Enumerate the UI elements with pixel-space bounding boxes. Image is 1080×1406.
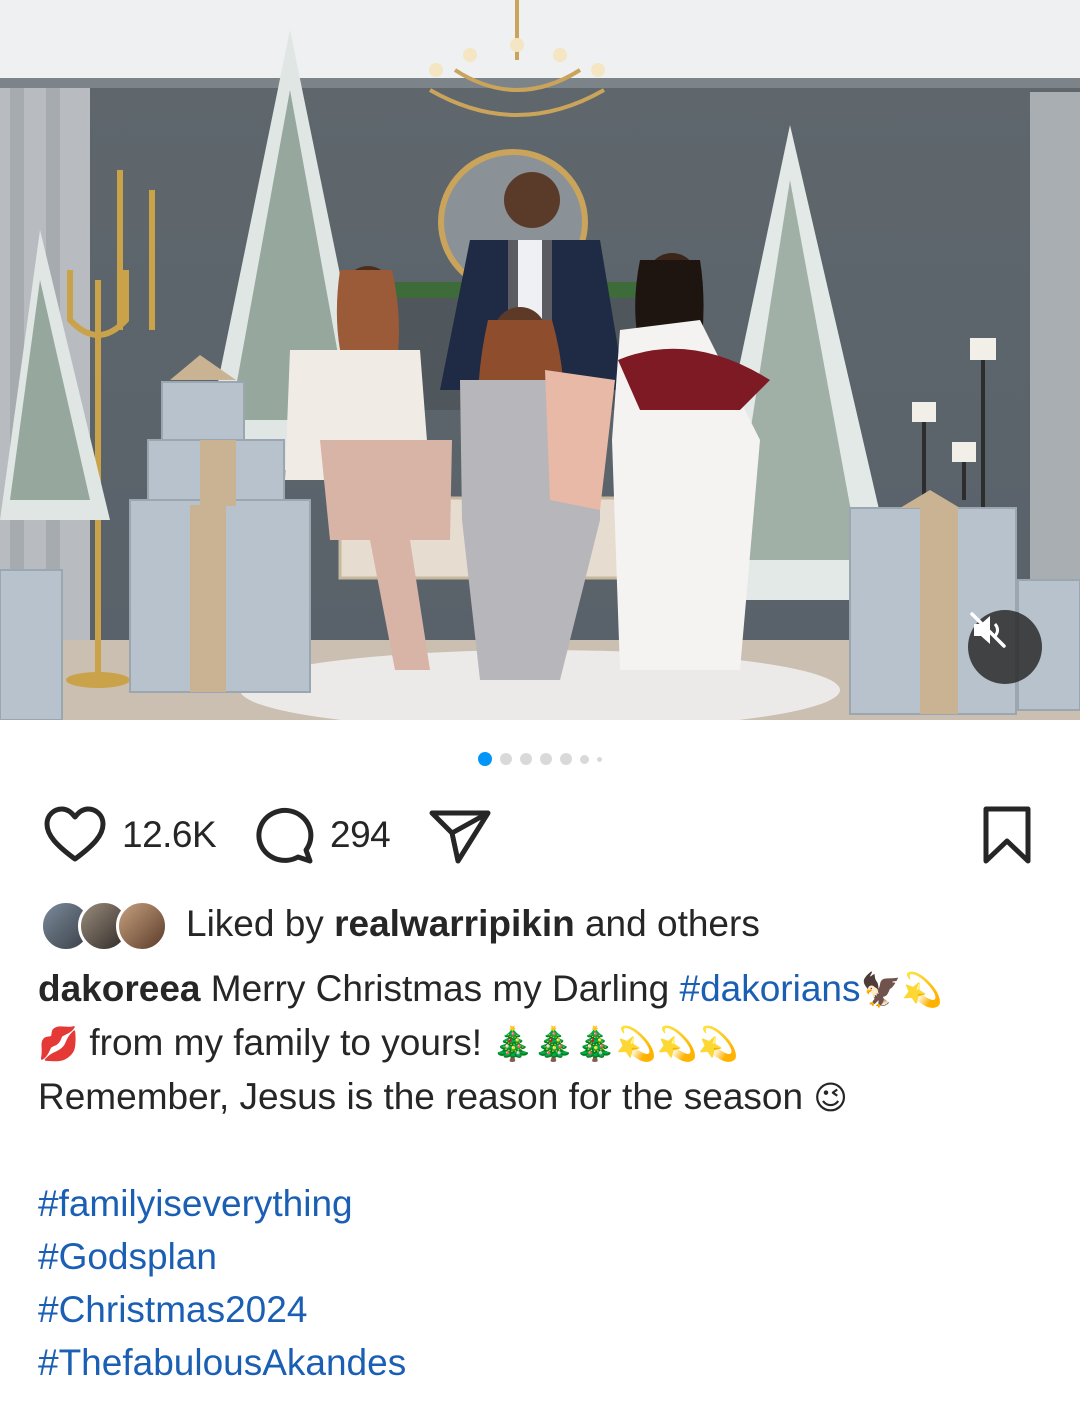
carousel-indicator <box>0 752 1080 766</box>
hashtag-link[interactable]: #Christmas2024 <box>38 1283 1048 1336</box>
carousel-dot <box>500 753 512 765</box>
caption-line-2: 💋 from my family to yours! 🎄🎄🎄💫💫💫 <box>38 1016 1048 1070</box>
carousel-dot-active <box>478 752 492 766</box>
caption-text: Merry Christmas my Darling <box>210 968 670 1009</box>
avatar <box>116 900 168 952</box>
caption-text: Remember, Jesus is the reason for the se… <box>38 1076 804 1117</box>
hashtag-link[interactable]: #dakorians <box>680 968 861 1009</box>
liked-by-suffix[interactable]: and others <box>585 903 760 944</box>
heart-icon <box>44 806 106 862</box>
caption-text: from my family to yours! <box>89 1022 483 1063</box>
share-button[interactable] <box>428 800 492 870</box>
carousel-dot <box>540 753 552 765</box>
comment-count[interactable]: 294 <box>330 814 391 856</box>
like-count[interactable]: 12.6K <box>122 814 217 856</box>
paper-plane-icon <box>429 810 491 864</box>
hashtag-link[interactable]: #familyiseverything <box>38 1177 1048 1230</box>
comment-bubble-icon <box>256 807 314 864</box>
caption-line-1: dakoreea Merry Christmas my Darling #dak… <box>38 962 1048 1016</box>
comment-button[interactable]: 294 <box>254 800 391 870</box>
liked-by-prefix: Liked by <box>186 903 324 944</box>
bookmark-icon <box>983 806 1031 864</box>
liked-by-user[interactable]: realwarripikin <box>334 903 575 944</box>
post-action-bar: 12.6K 294 <box>40 800 1040 870</box>
mute-button[interactable] <box>968 610 1042 684</box>
post-photo <box>0 0 1080 720</box>
like-button[interactable]: 12.6K <box>42 800 217 870</box>
carousel-dot <box>520 753 532 765</box>
caption-emoji: 🎄🎄🎄💫💫💫 <box>492 1024 739 1063</box>
carousel-dot <box>560 753 572 765</box>
caption-line-3: Remember, Jesus is the reason for the se… <box>38 1070 1048 1124</box>
liker-avatars <box>40 898 168 952</box>
post-media[interactable] <box>0 0 1080 720</box>
speaker-muted-icon <box>970 612 1006 648</box>
hashtag-link[interactable]: #Godsplan <box>38 1230 1048 1283</box>
caption-emoji: 💋 <box>38 1024 80 1063</box>
post-caption: dakoreea Merry Christmas my Darling #dak… <box>38 962 1048 1389</box>
carousel-dot <box>580 754 589 764</box>
hashtag-link[interactable]: #ThefabulousAkandes <box>38 1336 1048 1389</box>
caption-username[interactable]: dakoreea <box>38 968 201 1009</box>
caption-emoji: 🦅💫 <box>860 970 943 1009</box>
liked-by-row[interactable]: Liked by realwarripikin and others <box>40 894 760 954</box>
liked-by-text: Liked by realwarripikin and others <box>186 903 760 945</box>
save-button[interactable] <box>980 800 1034 870</box>
carousel-dot <box>597 756 602 762</box>
caption-emoji: 😉 <box>813 1078 848 1117</box>
